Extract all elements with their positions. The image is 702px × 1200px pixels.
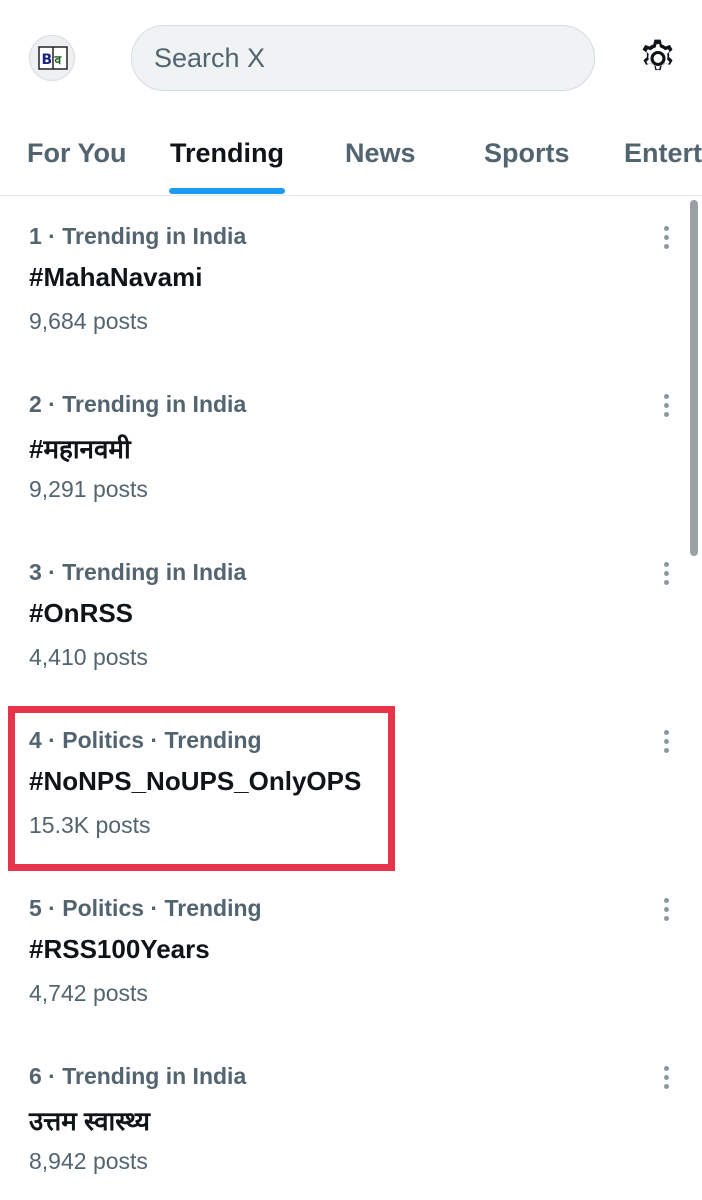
scrollbar[interactable] — [690, 200, 698, 556]
trend-post-count: 4,410 posts — [29, 644, 148, 670]
trend-title: उत्तम स्वास्थ्य — [29, 1106, 150, 1136]
tab-bar: For You Trending News Sports Entert — [0, 118, 702, 196]
trend-item[interactable]: 3 · Trending in India #OnRSS 4,410 posts — [0, 532, 690, 700]
trend-meta: 1 · Trending in India — [29, 223, 247, 249]
tab-sports[interactable]: Sports — [484, 138, 570, 169]
search-placeholder: Search X — [154, 42, 266, 73]
trend-meta: 5 · Politics · Trending — [29, 895, 262, 921]
trend-item[interactable]: 1 · Trending in India #MahaNavami 9,684 … — [0, 196, 690, 364]
gear-icon[interactable] — [636, 36, 680, 80]
avatar[interactable]: B व — [29, 35, 75, 81]
trend-title: #RSS100Years — [29, 934, 210, 964]
tab-trending[interactable]: Trending — [170, 138, 284, 169]
more-vertical-icon[interactable] — [654, 728, 678, 756]
trend-meta: 6 · Trending in India — [29, 1063, 247, 1089]
trend-title: #OnRSS — [29, 598, 134, 628]
trend-meta: 2 · Trending in India — [29, 391, 247, 417]
avatar-logo-icon: B व — [38, 46, 68, 70]
active-tab-indicator — [169, 188, 285, 194]
trend-post-count: 9,291 posts — [29, 476, 148, 502]
trend-meta: 3 · Trending in India — [29, 559, 247, 585]
trend-title: #NoNPS_NoUPS_OnlyOPS — [29, 766, 362, 796]
trend-post-count: 15.3K posts — [29, 812, 151, 838]
svg-text:B: B — [42, 52, 53, 68]
trend-title: #MahaNavami — [29, 262, 203, 292]
trend-item[interactable]: 4 · Politics · Trending #NoNPS_NoUPS_Onl… — [0, 700, 690, 868]
trend-meta: 4 · Politics · Trending — [29, 727, 262, 753]
svg-text:व: व — [54, 53, 63, 67]
more-vertical-icon[interactable] — [654, 560, 678, 588]
top-bar: B व Search X — [0, 0, 702, 118]
trend-post-count: 8,942 posts — [29, 1148, 148, 1174]
more-vertical-icon[interactable] — [654, 392, 678, 420]
trending-list: 1 · Trending in India #MahaNavami 9,684 … — [0, 196, 702, 1200]
trend-item[interactable]: 5 · Politics · Trending #RSS100Years 4,7… — [0, 868, 690, 1036]
trend-item[interactable]: 6 · Trending in India उत्तम स्वास्थ्य 8,… — [0, 1036, 690, 1200]
search-input[interactable]: Search X — [131, 25, 595, 91]
more-vertical-icon[interactable] — [654, 896, 678, 924]
more-vertical-icon[interactable] — [654, 224, 678, 252]
trend-item[interactable]: 2 · Trending in India #महानवमी 9,291 pos… — [0, 364, 690, 532]
trend-post-count: 9,684 posts — [29, 308, 148, 334]
tab-news[interactable]: News — [345, 138, 416, 169]
tab-entertainment[interactable]: Entert — [624, 138, 702, 169]
trend-title: #महानवमी — [29, 434, 131, 464]
more-vertical-icon[interactable] — [654, 1064, 678, 1092]
tab-for-you[interactable]: For You — [27, 138, 127, 169]
trend-post-count: 4,742 posts — [29, 980, 148, 1006]
